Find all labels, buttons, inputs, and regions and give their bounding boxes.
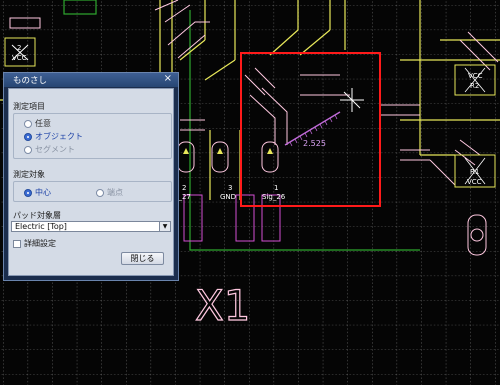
dialog-titlebar[interactable]: ものさし × <box>4 73 178 87</box>
silkscreen-label: X1 <box>195 281 251 330</box>
chevron-down-icon[interactable]: ▼ <box>159 222 170 231</box>
radio-center-dot <box>24 188 32 197</box>
radio-object-label: オブジェクト <box>35 132 83 141</box>
r2-ref: R2 <box>470 82 479 90</box>
pad-net-sig26: Sig_26 <box>262 193 286 201</box>
close-button[interactable]: 閉じる <box>121 252 164 265</box>
r1-net: VCC <box>467 178 482 186</box>
radio-segment-dot <box>24 145 32 154</box>
dialog-title: ものさし <box>13 76 48 86</box>
detail-settings-label: 詳細設定 <box>24 239 56 248</box>
pad-layer-value: Electric [Top] <box>15 222 67 231</box>
dialog-body: 測定項目 任意 オブジェクト セグメント 測定対象 中心 端点 パッド対象層 E… <box>8 88 174 276</box>
measure-target-group: 中心 端点 <box>13 181 172 202</box>
radio-segment[interactable]: セグメント <box>24 144 75 155</box>
radio-arbitrary-dot <box>24 119 32 128</box>
checkbox-box <box>13 239 21 248</box>
measure-target-label: 測定対象 <box>13 170 45 179</box>
pad-num-1: 1 <box>274 184 278 192</box>
radio-center[interactable]: 中心 <box>24 187 51 198</box>
measure-item-label: 測定項目 <box>13 102 45 111</box>
left-pad-net: VCC <box>12 54 27 62</box>
measure-item-group: 任意 オブジェクト セグメント <box>13 113 172 159</box>
r2-net: VCC <box>468 72 483 80</box>
close-icon[interactable]: × <box>164 73 172 84</box>
radio-arbitrary[interactable]: 任意 <box>24 118 51 129</box>
left-pad-num: 2 <box>17 44 21 52</box>
radio-arbitrary-label: 任意 <box>35 119 51 128</box>
radio-object-dot <box>24 132 32 141</box>
pad-layer-label: パッド対象層 <box>13 211 61 220</box>
pad-num-3: 3 <box>228 184 232 192</box>
radio-object[interactable]: オブジェクト <box>24 131 83 142</box>
pad-net-gnd: GND <box>220 193 236 201</box>
radio-endpoint-label: 端点 <box>107 188 123 197</box>
radio-endpoint[interactable]: 端点 <box>96 187 123 198</box>
radio-center-label: 中心 <box>35 188 51 197</box>
measure-dialog: ものさし × 測定項目 任意 オブジェクト セグメント 測定対象 中心 端点 パ… <box>3 72 179 281</box>
detail-settings-checkbox[interactable]: 詳細設定 <box>13 238 56 249</box>
pad-num-2: 2 <box>182 184 186 192</box>
radio-endpoint-dot <box>96 188 104 197</box>
radio-segment-label: セグメント <box>35 145 75 154</box>
r1-ref: R1 <box>470 168 479 176</box>
pad-layer-select[interactable]: Electric [Top] ▼ <box>11 221 171 232</box>
measure-value: 2.525 <box>303 139 326 148</box>
